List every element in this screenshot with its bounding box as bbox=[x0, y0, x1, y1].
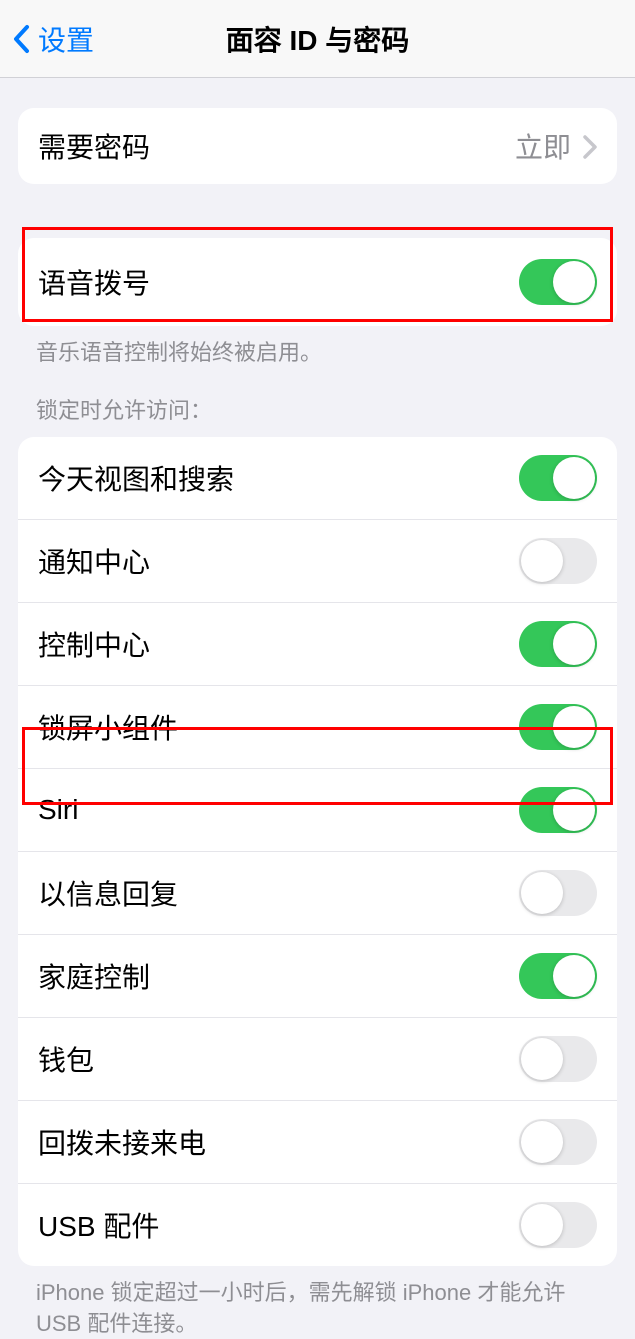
lock-access-label: 控制中心 bbox=[38, 624, 150, 664]
navigation-header: 设置 面容 ID 与密码 bbox=[0, 0, 635, 78]
lock-access-row: 钱包 bbox=[18, 1018, 617, 1101]
back-button[interactable]: 设置 bbox=[0, 19, 94, 59]
chevron-right-icon bbox=[583, 134, 597, 158]
require-passcode-label: 需要密码 bbox=[38, 126, 150, 166]
lock-access-row: Siri bbox=[18, 769, 617, 852]
lock-access-label: 钱包 bbox=[38, 1039, 94, 1079]
lock-access-label: Siri bbox=[38, 794, 78, 826]
lock-access-label: 今天视图和搜索 bbox=[38, 458, 234, 498]
require-passcode-value: 立即 bbox=[515, 126, 597, 166]
voice-dial-footer: 音乐语音控制将始终被启用。 bbox=[0, 326, 635, 369]
back-label: 设置 bbox=[38, 19, 94, 59]
lock-access-toggle[interactable] bbox=[519, 455, 597, 501]
voice-dial-toggle[interactable] bbox=[519, 259, 597, 305]
voice-dial-group: 语音拨号 bbox=[18, 238, 617, 326]
lock-access-label: USB 配件 bbox=[38, 1205, 159, 1245]
lock-access-label: 家庭控制 bbox=[38, 956, 150, 996]
page-title: 面容 ID 与密码 bbox=[226, 19, 410, 59]
lock-access-toggle[interactable] bbox=[519, 870, 597, 916]
lock-access-row: 家庭控制 bbox=[18, 935, 617, 1018]
require-passcode-row[interactable]: 需要密码 立即 bbox=[18, 108, 617, 184]
lock-access-toggle[interactable] bbox=[519, 1202, 597, 1248]
lock-access-label: 通知中心 bbox=[38, 541, 150, 581]
require-passcode-group: 需要密码 立即 bbox=[18, 108, 617, 184]
lock-access-group: 今天视图和搜索通知中心控制中心锁屏小组件 Siri 以信息回复家庭控制钱包回拨未接来… bbox=[18, 437, 617, 1266]
lock-access-label: 锁屏小组件 bbox=[38, 707, 178, 747]
lock-access-row: 通知中心 bbox=[18, 520, 617, 603]
lock-access-toggle[interactable] bbox=[519, 538, 597, 584]
lock-access-label: 以信息回复 bbox=[38, 873, 178, 913]
lock-access-row: 锁屏小组件 bbox=[18, 686, 617, 769]
settings-content: 需要密码 立即 语音拨号 音乐语音控制将始终被启用。 锁定时允许访问： 今天视图… bbox=[0, 108, 635, 1339]
lock-access-row: 控制中心 bbox=[18, 603, 617, 686]
lock-access-row: 以信息回复 bbox=[18, 852, 617, 935]
lock-access-toggle[interactable] bbox=[519, 704, 597, 750]
lock-access-toggle[interactable] bbox=[519, 1036, 597, 1082]
lock-access-header: 锁定时允许访问： bbox=[0, 369, 635, 433]
lock-access-row: USB 配件 bbox=[18, 1184, 617, 1266]
voice-dial-label: 语音拨号 bbox=[38, 262, 150, 302]
voice-dial-row: 语音拨号 bbox=[18, 238, 617, 326]
lock-access-toggle[interactable] bbox=[519, 1119, 597, 1165]
lock-access-toggle[interactable] bbox=[519, 787, 597, 833]
lock-access-toggle[interactable] bbox=[519, 621, 597, 667]
lock-access-row: 回拨未接来电 bbox=[18, 1101, 617, 1184]
chevron-left-icon bbox=[12, 24, 30, 54]
lock-access-toggle[interactable] bbox=[519, 953, 597, 999]
lock-access-row: 今天视图和搜索 bbox=[18, 437, 617, 520]
lock-access-label: 回拨未接来电 bbox=[38, 1122, 206, 1162]
lock-access-footer: iPhone 锁定超过一小时后，需先解锁 iPhone 才能允许USB 配件连接… bbox=[0, 1266, 635, 1339]
